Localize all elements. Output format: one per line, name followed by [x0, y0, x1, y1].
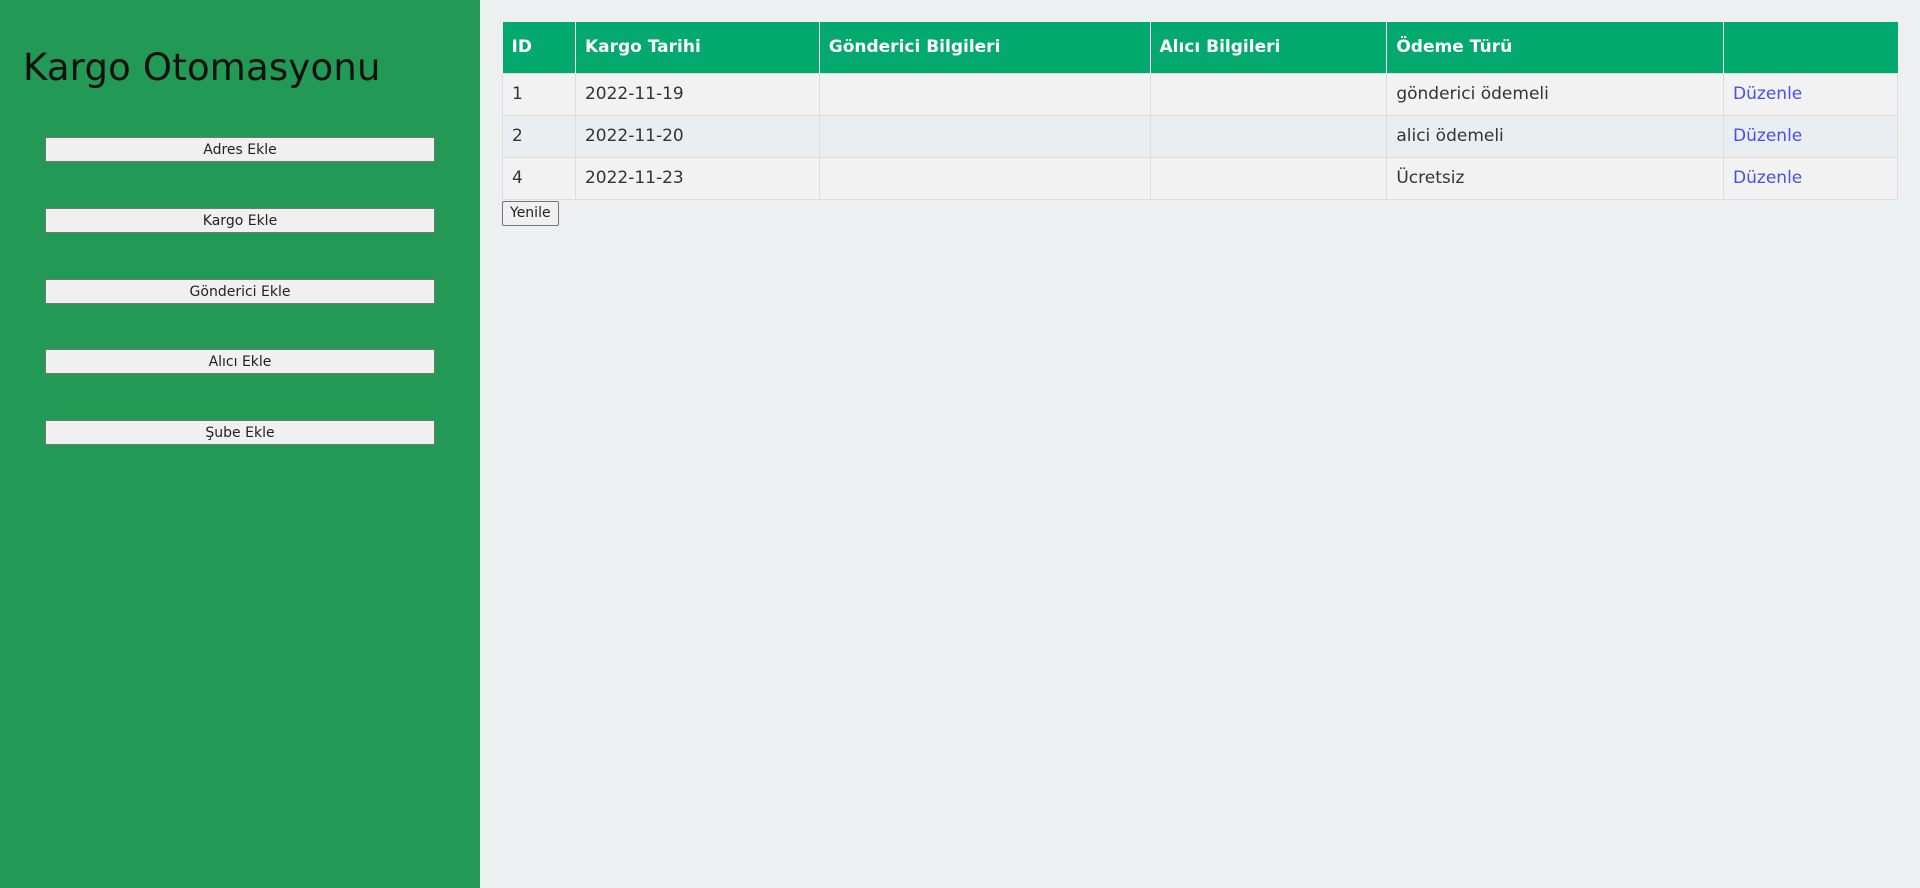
refresh-button[interactable]: Yenile [502, 200, 559, 226]
add-branch-button[interactable]: Şube Ekle [45, 420, 435, 445]
column-header-actions [1723, 22, 1898, 73]
column-header-date: Kargo Tarihi [575, 22, 820, 73]
column-header-sender: Gönderici Bilgileri [819, 22, 1151, 73]
add-address-button[interactable]: Adres Ekle [45, 137, 435, 162]
cell-sender [818, 114, 1151, 158]
cell-id: 4 [502, 156, 576, 200]
cell-actions: Düzenle [1723, 72, 1898, 116]
cell-id: 1 [502, 72, 576, 116]
cell-payment: gönderici ödemeli [1386, 72, 1725, 116]
cell-sender [818, 156, 1151, 200]
edit-link[interactable]: Düzenle [1733, 168, 1802, 188]
cell-date: 2022-11-20 [574, 114, 820, 158]
add-cargo-button[interactable]: Kargo Ekle [45, 208, 435, 233]
cell-receiver [1149, 72, 1388, 116]
cell-date: 2022-11-23 [574, 156, 820, 200]
column-header-receiver: Alıcı Bilgileri [1150, 22, 1388, 73]
cell-payment: Ücretsiz [1386, 156, 1725, 200]
edit-link[interactable]: Düzenle [1733, 84, 1802, 104]
table-row: 4 2022-11-23 Ücretsiz Düzenle [502, 156, 1898, 200]
cell-actions: Düzenle [1723, 156, 1898, 200]
add-sender-button[interactable]: Gönderici Ekle [45, 279, 435, 304]
cell-payment: alici ödemeli [1386, 114, 1725, 158]
table-row: 1 2022-11-19 gönderici ödemeli Düzenle [502, 72, 1898, 116]
edit-link[interactable]: Düzenle [1733, 126, 1802, 146]
cargo-table: ID Kargo Tarihi Gönderici Bilgileri Alıc… [502, 22, 1898, 200]
cell-id: 2 [502, 114, 576, 158]
sidebar: Kargo Otomasyonu Adres Ekle Kargo Ekle G… [0, 0, 480, 888]
cell-actions: Düzenle [1723, 114, 1898, 158]
cell-receiver [1149, 114, 1388, 158]
table-row: 2 2022-11-20 alici ödemeli Düzenle [502, 114, 1898, 158]
table-header-row: ID Kargo Tarihi Gönderici Bilgileri Alıc… [502, 22, 1898, 73]
cell-date: 2022-11-19 [574, 72, 820, 116]
main-content: ID Kargo Tarihi Gönderici Bilgileri Alıc… [502, 22, 1898, 226]
cell-sender [818, 72, 1151, 116]
add-receiver-button[interactable]: Alıcı Ekle [45, 349, 435, 374]
column-header-id: ID [502, 22, 576, 73]
app-title: Kargo Otomasyonu [23, 46, 381, 89]
cell-receiver [1149, 156, 1388, 200]
column-header-payment: Ödeme Türü [1386, 22, 1725, 73]
